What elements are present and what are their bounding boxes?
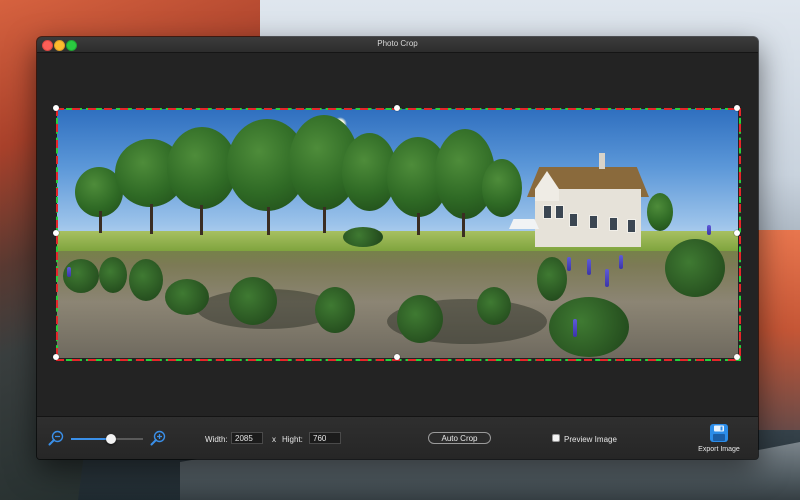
crop-handle-middle-right[interactable]: [734, 230, 740, 236]
title-bar[interactable]: Photo Crop: [37, 37, 758, 53]
preview-image-checkbox[interactable]: [552, 434, 560, 442]
export-image-label: Export Image: [698, 446, 740, 453]
crop-handle-bottom-right[interactable]: [734, 354, 740, 360]
crop-handle-top-left[interactable]: [53, 105, 59, 111]
zoom-slider-knob[interactable]: [105, 434, 116, 444]
crop-handle-middle-left[interactable]: [53, 230, 59, 236]
height-field[interactable]: [309, 432, 341, 444]
window-title: Photo Crop: [377, 39, 418, 48]
bottom-toolbar: Width: x Hight: Auto Crop Preview Image …: [37, 416, 758, 459]
width-label: Width:: [205, 435, 228, 444]
zoom-in-icon[interactable]: [150, 430, 166, 446]
zoom-out-icon[interactable]: [48, 430, 64, 446]
crop-frame[interactable]: [56, 108, 741, 361]
crop-handle-bottom-left[interactable]: [53, 354, 59, 360]
dimension-separator: x: [272, 435, 276, 444]
preview-image-label[interactable]: Preview Image: [564, 435, 617, 444]
auto-crop-button[interactable]: Auto Crop: [428, 432, 491, 444]
width-field[interactable]: [231, 432, 263, 444]
height-label: Hight:: [282, 435, 303, 444]
crop-handle-top-right[interactable]: [734, 105, 740, 111]
zoom-slider-fill: [71, 438, 111, 440]
export-disk-icon: [710, 424, 728, 442]
crop-handle-bottom-center[interactable]: [394, 354, 400, 360]
export-image-button[interactable]: Export Image: [689, 423, 749, 457]
crop-handle-top-center[interactable]: [394, 105, 400, 111]
app-window: Photo Crop Width: 2085 x Hight: 760 Auto…: [37, 37, 758, 459]
editor-canvas: [37, 53, 758, 416]
